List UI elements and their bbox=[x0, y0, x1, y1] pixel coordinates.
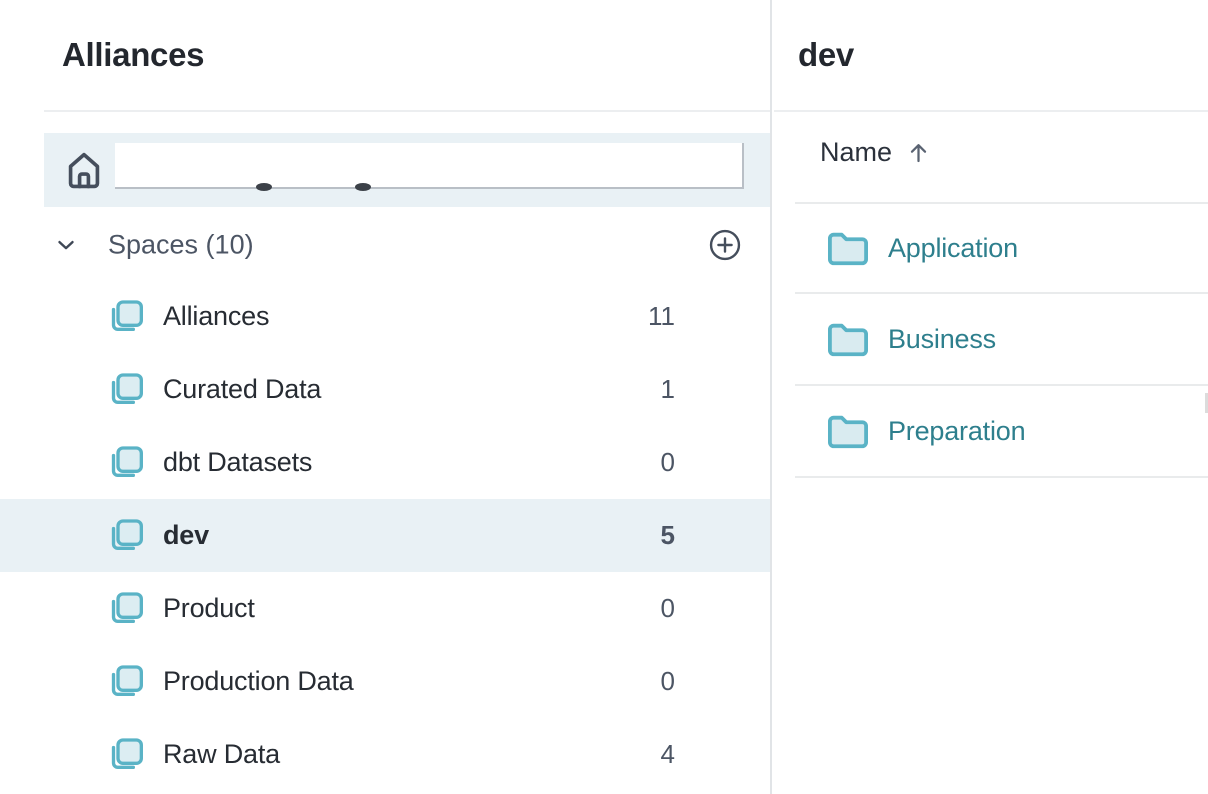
space-row-product[interactable]: Product 0 bbox=[0, 572, 770, 645]
chevron-down-icon[interactable] bbox=[53, 232, 79, 258]
spaces-section-label: Spaces (10) bbox=[108, 230, 254, 261]
space-list: Alliances 11 Curated Data 1 dbt Datasets… bbox=[0, 280, 770, 791]
folder-icon bbox=[825, 411, 871, 451]
folder-row-business[interactable]: Business bbox=[795, 294, 1208, 386]
name-column-label: Name bbox=[820, 137, 892, 168]
space-count: 0 bbox=[645, 666, 675, 697]
text-descender bbox=[256, 183, 272, 191]
space-label: Raw Data bbox=[163, 739, 645, 770]
space-count: 0 bbox=[645, 593, 675, 624]
space-label: Alliances bbox=[163, 301, 645, 332]
space-layers-icon bbox=[106, 589, 146, 629]
space-count: 4 bbox=[645, 739, 675, 770]
space-layers-icon bbox=[106, 662, 146, 702]
arrow-up-icon bbox=[905, 139, 932, 166]
space-label: Production Data bbox=[163, 666, 645, 697]
space-row-production-data[interactable]: Production Data 0 bbox=[0, 645, 770, 718]
space-count: 5 bbox=[645, 520, 675, 551]
space-count: 0 bbox=[645, 447, 675, 478]
plus-circle-icon bbox=[707, 227, 743, 263]
space-count: 11 bbox=[645, 301, 675, 332]
space-row-dbt-datasets[interactable]: dbt Datasets 0 bbox=[0, 426, 770, 499]
home-icon bbox=[61, 147, 107, 193]
space-label: dbt Datasets bbox=[163, 447, 645, 478]
folder-row-application[interactable]: Application bbox=[795, 202, 1208, 294]
folder-link[interactable]: Preparation bbox=[888, 416, 1025, 447]
space-layers-icon bbox=[106, 735, 146, 775]
folder-link[interactable]: Application bbox=[888, 233, 1018, 264]
space-row-curated-data[interactable]: Curated Data 1 bbox=[0, 353, 770, 426]
name-column-header[interactable]: Name bbox=[820, 126, 932, 178]
space-label: Product bbox=[163, 593, 645, 624]
space-row-alliances[interactable]: Alliances 11 bbox=[0, 280, 770, 353]
space-layers-icon bbox=[106, 443, 146, 483]
space-layers-icon bbox=[106, 370, 146, 410]
space-row-dev[interactable]: dev 5 bbox=[0, 499, 770, 572]
spaces-sidebar: Alliances Spaces (10) bbox=[0, 0, 772, 794]
space-layers-icon bbox=[106, 297, 146, 337]
main-title-divider bbox=[774, 110, 1208, 112]
add-space-button[interactable] bbox=[706, 226, 744, 264]
redacted-home-label bbox=[115, 143, 744, 189]
space-title: dev bbox=[798, 36, 854, 74]
data-catalog-app: Alliances Spaces (10) bbox=[0, 0, 1208, 794]
folder-icon bbox=[825, 228, 871, 268]
space-content-panel: dev Name Application Business bbox=[774, 0, 1208, 794]
sidebar-title-divider bbox=[44, 110, 770, 112]
spaces-section-header[interactable]: Spaces (10) bbox=[0, 207, 770, 283]
folder-link[interactable]: Business bbox=[888, 324, 996, 355]
space-count: 1 bbox=[645, 374, 675, 405]
text-descender bbox=[355, 183, 371, 191]
space-layers-icon bbox=[106, 516, 146, 556]
space-label: Curated Data bbox=[163, 374, 645, 405]
space-label: dev bbox=[163, 520, 645, 551]
folder-row-preparation[interactable]: Preparation bbox=[795, 386, 1208, 478]
sidebar-title: Alliances bbox=[62, 36, 204, 74]
space-row-raw-data[interactable]: Raw Data 4 bbox=[0, 718, 770, 791]
folder-icon bbox=[825, 319, 871, 359]
folder-table: Application Business Preparation bbox=[795, 202, 1208, 478]
